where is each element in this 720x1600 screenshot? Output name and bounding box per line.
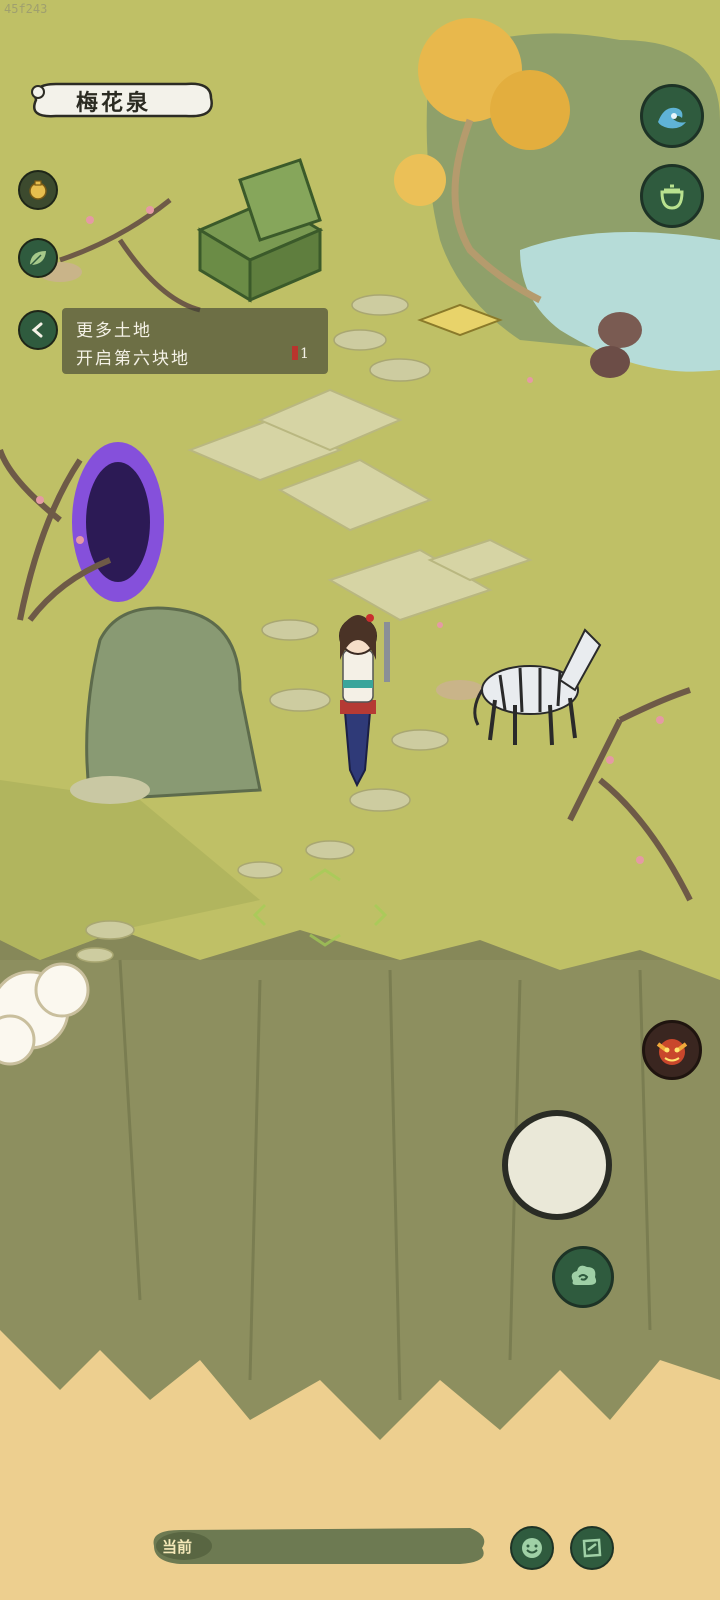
chat-bar[interactable]: 当前 <box>150 1524 490 1568</box>
virtual-joystick[interactable] <box>502 1110 612 1220</box>
demon-skill-button[interactable] <box>642 1020 702 1080</box>
smile-icon <box>522 1538 542 1558</box>
chat-channel-label: 当前 <box>162 1538 193 1556</box>
session-code: 45f243 <box>4 2 48 16</box>
pot-button[interactable] <box>640 164 704 228</box>
chat-bar-ink <box>153 1528 485 1564</box>
money-bag-button[interactable] <box>18 170 58 210</box>
tag-icon <box>582 1538 602 1558</box>
game-scene <box>0 0 720 1600</box>
quest-title: 更多土地 <box>76 321 152 341</box>
location-name-tag: 梅花泉 <box>26 74 216 126</box>
quest-collapse-button[interactable] <box>18 310 58 350</box>
quest-progress: 1 <box>292 346 309 362</box>
wave-button[interactable] <box>640 84 704 148</box>
pot-icon <box>660 184 684 210</box>
quest-progress-marker <box>292 346 298 360</box>
back-chevron-icon <box>31 322 43 338</box>
cloud-skill-button[interactable] <box>552 1246 614 1308</box>
tag-button[interactable] <box>570 1526 614 1570</box>
leaf-button[interactable] <box>18 238 58 278</box>
cloud-swirl-icon <box>571 1265 597 1285</box>
wave-icon <box>658 107 686 129</box>
location-name: 梅花泉 <box>76 90 152 116</box>
leaf-icon <box>30 251 46 266</box>
demon-face-icon <box>656 1039 688 1065</box>
quest-description: 开启第六块地 <box>76 349 190 369</box>
quest-panel[interactable]: 更多土地 开启第六块地 1 <box>62 308 328 374</box>
quest-progress-value: 1 <box>300 346 309 362</box>
money-bag-icon <box>29 180 47 200</box>
emoji-button[interactable] <box>510 1526 554 1570</box>
